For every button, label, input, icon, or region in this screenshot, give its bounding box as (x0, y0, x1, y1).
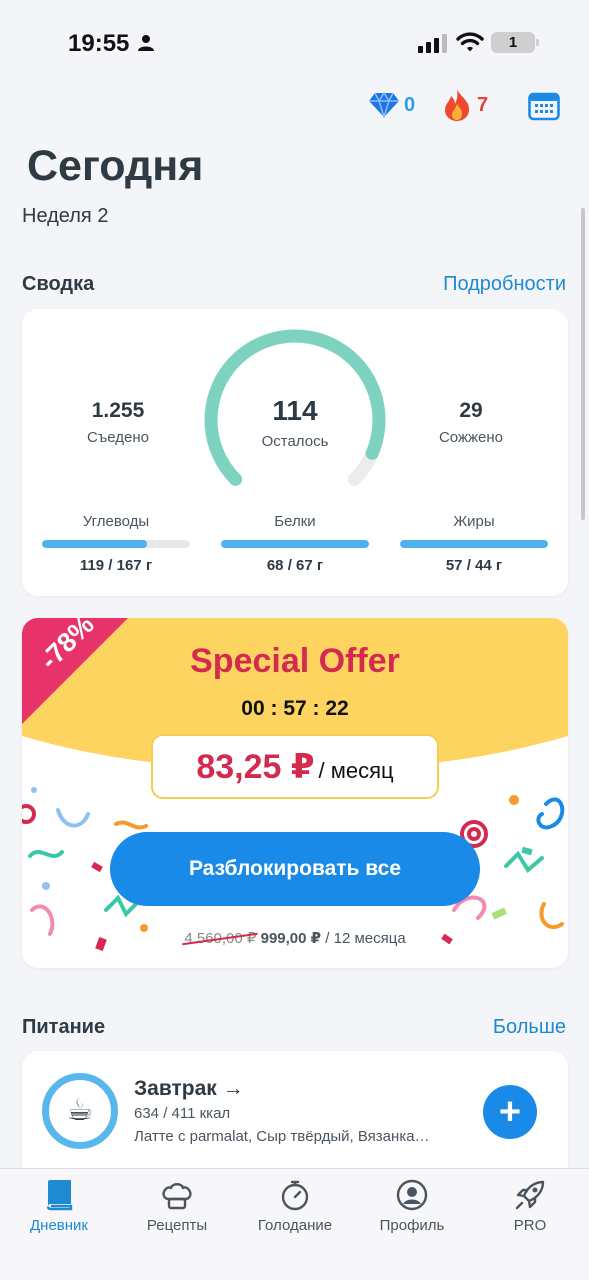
price-period: / месяц (318, 758, 394, 783)
person-icon (138, 35, 154, 51)
eaten-stat: 1.255 Съедено (38, 399, 198, 446)
summary-title: Сводка (22, 273, 95, 295)
eaten-label: Съедено (87, 429, 149, 446)
remaining-label: Осталось (261, 433, 329, 450)
nav-fasting[interactable]: Голодание (236, 1169, 354, 1234)
signal-icon (418, 34, 447, 53)
burned-stat: 29 Сожжено (391, 399, 551, 446)
nav-label: Рецепты (146, 1217, 208, 1234)
calendar-icon[interactable] (528, 91, 560, 121)
details-link[interactable]: Подробности (443, 273, 566, 296)
top-stats: 0 7 (0, 88, 589, 124)
macro-fat: Жиры 57 / 44 г (400, 513, 548, 574)
remaining-value: 114 (272, 395, 318, 426)
gem-icon[interactable] (368, 92, 400, 118)
macro-bar-fill (400, 540, 548, 548)
week-label: Неделя 2 (22, 205, 109, 227)
status-bar: 19:55 1 (0, 0, 589, 88)
chef-hat-icon (162, 1183, 192, 1210)
macro-bar (221, 540, 369, 548)
stopwatch-icon (281, 1180, 309, 1211)
nav-recipes[interactable]: Рецепты (118, 1169, 236, 1234)
nav-pro[interactable]: PRO (471, 1169, 589, 1234)
meal-kcal: 634 / 411 ккал (134, 1105, 231, 1122)
streak-count: 7 (477, 94, 489, 116)
status-time: 19:55 (68, 30, 130, 57)
nav-profile[interactable]: Профиль (353, 1169, 471, 1234)
battery-indicator: 1 (491, 32, 539, 53)
macro-carbs: Углеводы 119 / 167 г (42, 513, 190, 574)
fire-icon[interactable] (442, 88, 472, 122)
bottom-nav: Дневник Рецепты Голодание Профиль PRO (0, 1168, 589, 1280)
eaten-value: 1.255 (91, 399, 145, 422)
nav-label: Профиль (379, 1217, 445, 1234)
macro-label: Углеводы (82, 513, 150, 530)
book-icon (46, 1180, 73, 1211)
nav-label: Дневник (30, 1217, 88, 1234)
macro-label: Белки (274, 513, 316, 530)
burned-value: 29 (459, 399, 483, 422)
nutrition-title: Питание (22, 1016, 106, 1038)
macro-value: 119 / 167 г (79, 557, 153, 574)
price-term: / 12 месяца (325, 930, 406, 947)
macro-protein: Белки 68 / 67 г (221, 513, 369, 574)
nav-diary[interactable]: Дневник (0, 1169, 118, 1234)
meal-title[interactable]: Завтрак → (134, 1077, 244, 1101)
offer-timer: 00 : 57 : 22 (241, 697, 349, 720)
meal-items: Латте с parmalat, Сыр твёрдый, Вязанка… (134, 1128, 430, 1145)
special-offer-card[interactable]: -78% Special Offer 00 : 57 : 22 83,25 ₽ /… (22, 618, 568, 968)
price-value: 83,25 ₽ (196, 748, 315, 786)
coffee-icon: ☕ (42, 1073, 118, 1149)
gem-count: 0 (404, 94, 416, 116)
old-price: 4 560,00 ₽ (184, 930, 257, 947)
nav-label: PRO (513, 1217, 547, 1234)
wifi-icon (456, 32, 484, 52)
summary-card: 1.255 Съедено 114 Осталось 29 Сожжено Уг… (22, 309, 568, 596)
new-price: 999,00 ₽ (260, 930, 322, 947)
price-box: 83,25 ₽ / месяц (151, 734, 439, 799)
macro-bar (42, 540, 190, 548)
page-title: Сегодня (27, 142, 204, 190)
remaining-stat: 114 Осталось (215, 395, 375, 450)
macro-label: Жиры (453, 513, 495, 530)
macro-bar (400, 540, 548, 548)
burned-label: Сожжено (438, 429, 504, 446)
scrollbar[interactable] (581, 208, 585, 520)
offer-title: Special Offer (190, 642, 400, 680)
add-food-button[interactable]: + (483, 1085, 537, 1139)
macro-bar-fill (221, 540, 369, 548)
profile-icon (396, 1179, 428, 1211)
rocket-icon (515, 1180, 545, 1210)
macro-bar-fill (42, 540, 148, 548)
macro-value: 68 / 67 г (266, 557, 324, 574)
price-note: 4 560,00 ₽ 999,00 ₽ / 12 месяца (22, 929, 568, 947)
unlock-all-button[interactable]: Разблокировать все (110, 832, 480, 906)
macro-value: 57 / 44 г (445, 557, 503, 574)
more-link[interactable]: Больше (493, 1016, 566, 1039)
nav-label: Голодание (257, 1217, 333, 1234)
